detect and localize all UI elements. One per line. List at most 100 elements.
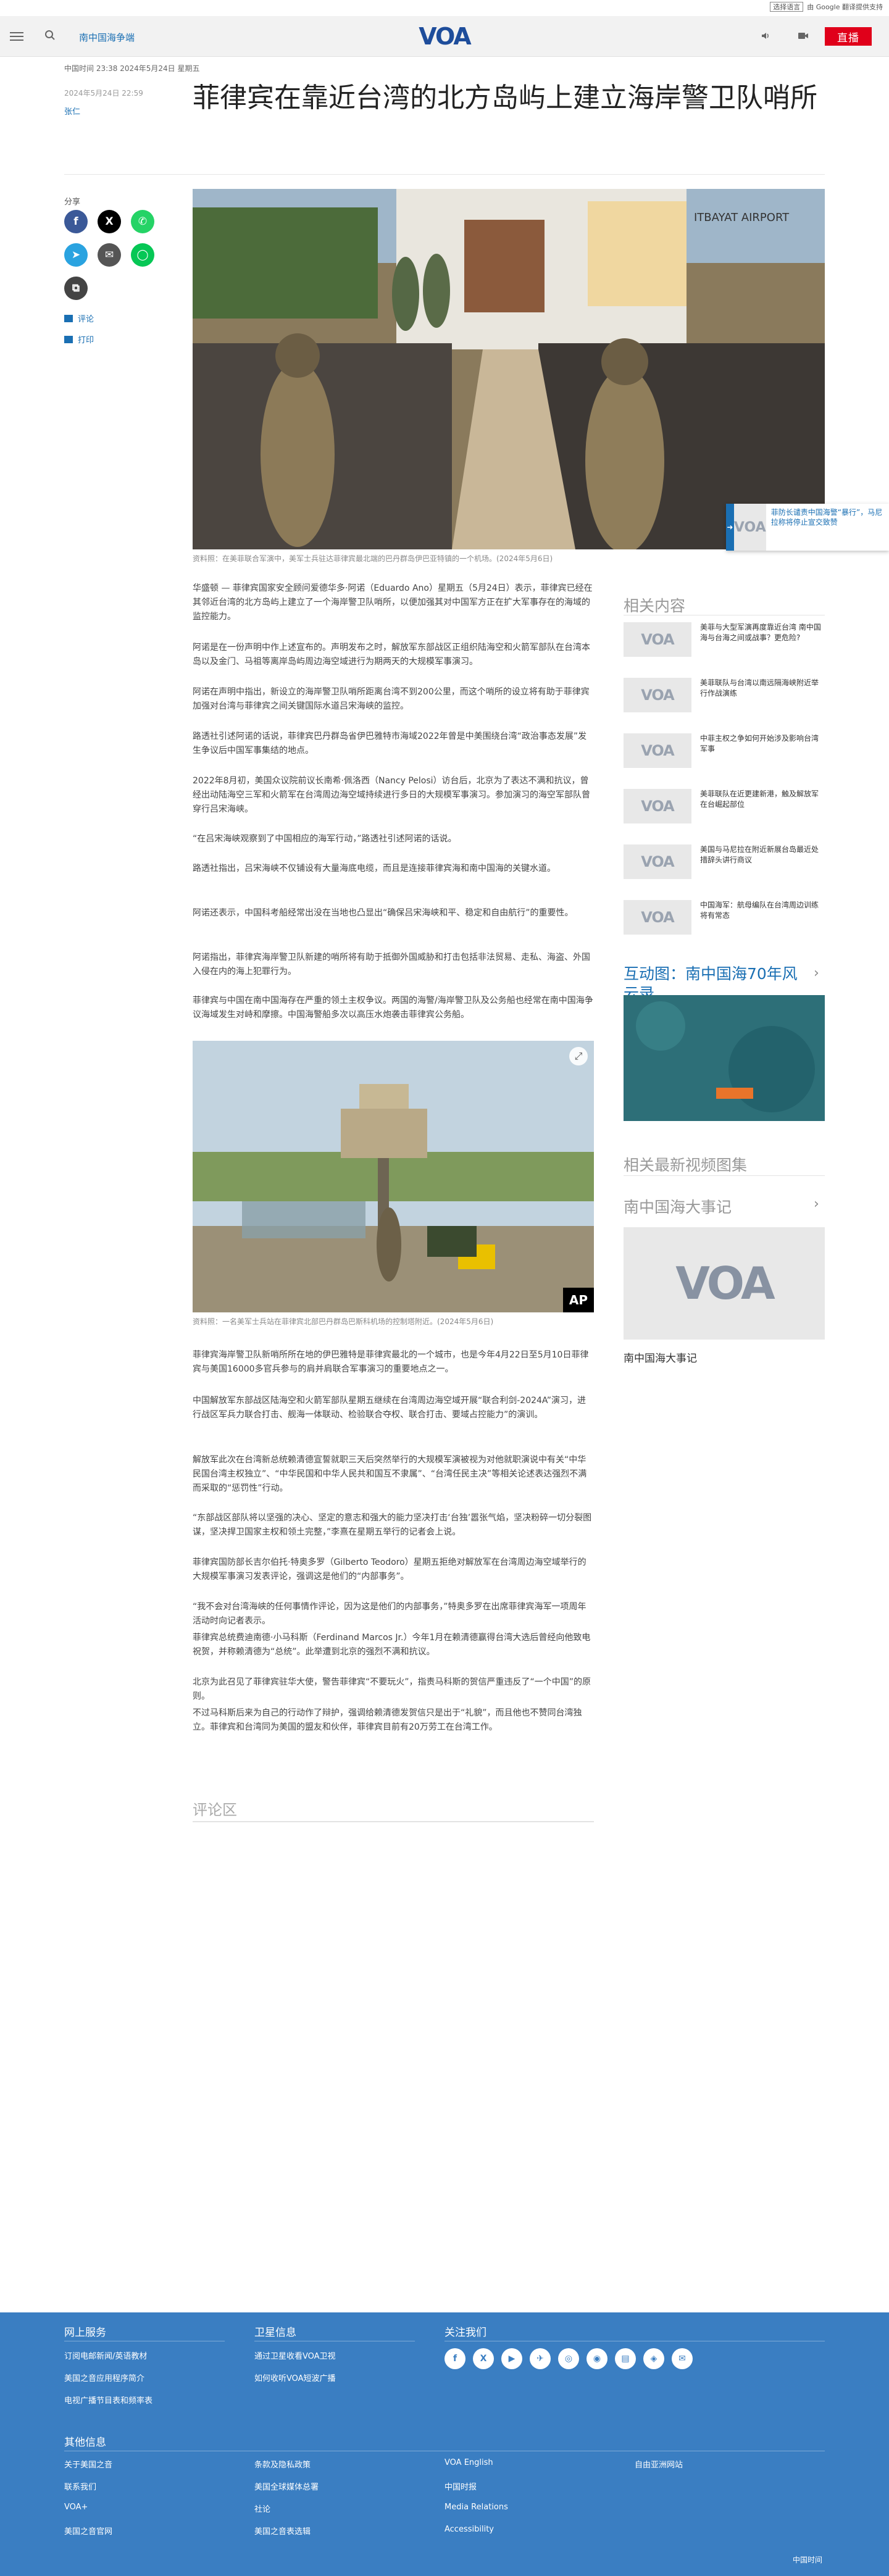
comment-link[interactable]: 评论 (64, 312, 94, 324)
article-paragraph: 路透社指出，吕宋海峡不仅铺设有大量海底电缆，而且是连接菲律宾海和南中国海的关键水… (193, 864, 556, 873)
language-select[interactable]: 选择语言 (770, 2, 804, 12)
footer-link[interactable]: 自由亚洲网站 (635, 2458, 683, 2470)
related-item[interactable]: VOA 美国与马尼拉在附近新展台岛最近处措辞头讲行商议 (624, 844, 825, 879)
expand-icon[interactable]: ⤢ (569, 1047, 588, 1065)
facebook-icon[interactable]: f (444, 2348, 465, 2369)
youtube-icon[interactable]: ▶ (501, 2348, 522, 2369)
print-label: 打印 (78, 336, 94, 345)
related-thumbnail: VOA (624, 789, 691, 823)
facebook-share-icon[interactable]: f (64, 210, 88, 233)
related-title: 美菲联队与台湾以南远隔海峡附近举行作战演练 (700, 678, 819, 698)
floating-story-card[interactable]: ➜ VOA 菲防长谴责中国海警“暴行”，马尼拉称将停止宣交致赞 (726, 504, 889, 551)
article-paragraph: 阿诺还表示，中国科考船经常出没在当地也凸显出“确保吕宋海峡和平、稳定和自由航行”… (193, 908, 574, 918)
footer-link[interactable]: 美国全球媒体总署 (254, 2480, 319, 2492)
instagram-icon[interactable]: ◎ (558, 2348, 579, 2369)
footer-link[interactable]: 社论 (254, 2503, 270, 2514)
divider (624, 1175, 825, 1176)
comments-heading: 评论区 (193, 1801, 237, 1819)
app-icon[interactable]: ◈ (643, 2348, 664, 2369)
menu-icon[interactable] (10, 30, 23, 42)
whatsapp-share-icon[interactable]: ✆ (131, 210, 154, 233)
rss-icon[interactable]: ▤ (615, 2348, 636, 2369)
article-paragraph: 菲律宾总统费迪南德·小马科斯（Ferdinand Marcos Jr.）今年1月… (193, 1633, 591, 1657)
timeline-heading[interactable]: 南中国海大事记 (624, 1195, 732, 1217)
floating-story-text: 菲防长谴责中国海警“暴行”，马尼拉称将停止宣交致赞 (770, 508, 883, 527)
article-paragraph: 路透社引述阿诺的话说，菲律宾巴丹群岛省伊巴雅特市海域2022年曾是中美围绕台湾“… (193, 732, 587, 756)
divider (193, 1821, 594, 1822)
related-item[interactable]: VOA 美菲联队与台湾以南远隔海峡附近举行作战演练 (624, 678, 825, 712)
related-item[interactable]: VOA 中菲主权之争如何开始涉及影响台湾军事 (624, 733, 825, 768)
live-button[interactable]: 直播 (825, 27, 872, 46)
site-header: 南中国海争端 VOA 直播 (0, 16, 889, 57)
image2-caption: 资料照：一名美军士兵站在菲律宾北部巴丹群岛巴斯科机场的控制塔附近。(2024年5… (193, 1317, 494, 1326)
podcast-icon[interactable]: ◉ (586, 2348, 607, 2369)
footer-link[interactable]: 如何收听VOA短波广播 (254, 2372, 336, 2383)
article-paragraph: 阿诺指出，菲律宾海岸警卫队新建的哨所将有助于抵御外国威胁和打击包括非法贸易、走私… (193, 952, 590, 977)
telegram-share-icon[interactable]: ➤ (64, 243, 88, 267)
footer-link[interactable]: VOA+ (64, 2503, 88, 2512)
article-paragraph: 阿诺是在一份声明中作上述宣布的。声明发布之时，解放军东部战区正组织陆海空和火箭军… (193, 643, 590, 667)
footer-link[interactable]: 通过卫星收看VOA卫视 (254, 2349, 336, 2361)
site-footer: 网上服务 订阅电邮新闻/英语教材 美国之音应用程序简介 电视广播节目表和频率表 卫星… (0, 2312, 889, 2576)
article-title: 菲律宾在靠近台湾的北方岛屿上建立海岸警卫队哨所 (193, 82, 817, 114)
article-paragraph: 解放军此次在台湾新总统赖清德宣誓就职三天后突然举行的大规模军演被视为对他就职演说… (193, 1455, 587, 1493)
telegram-icon[interactable]: ✈ (530, 2348, 551, 2369)
translate-credit: 由 Google 翻译提供支持 (807, 3, 883, 11)
related-item[interactable]: VOA 美菲与大型军演再度靠近台湾 南中国海与台海之间或战事？更危险? (624, 622, 825, 657)
footer-link[interactable]: Accessibility (444, 2525, 494, 2534)
article-paragraph: 2022年8月初，美国众议院前议长南希·佩洛西（Nancy Pelosi）访台后… (193, 776, 590, 814)
article-paragraph: 不过马科斯后来为自己的行动作了辩护，强调给赖清德发贺信只是出于“礼貌”，而且他也… (193, 1708, 582, 1732)
x-icon[interactable]: X (473, 2348, 494, 2369)
audio-icon[interactable] (761, 31, 770, 41)
video-heading[interactable]: 相关最新视频图集 (624, 1153, 747, 1175)
article-paragraph: “在吕宋海峡观察到了中国相应的海军行动，”路透社引述阿诺的话说。 (193, 834, 457, 844)
email-icon[interactable]: ✉ (672, 2348, 693, 2369)
ap-badge: AP (563, 1288, 594, 1312)
related-thumbnail: VOA (624, 678, 691, 712)
footer-link[interactable]: 美国之音官网 (64, 2525, 112, 2536)
search-icon[interactable] (44, 30, 56, 41)
print-icon (64, 335, 73, 343)
footer-link[interactable]: 关于美国之音 (64, 2458, 112, 2470)
email-share-icon[interactable]: ✉ (98, 243, 121, 267)
video-icon[interactable] (798, 31, 809, 41)
airport-sign: ITBAYAT AIRPORT (694, 211, 790, 224)
footer-link[interactable]: 美国之音应用程序简介 (64, 2372, 144, 2383)
gallery-image[interactable] (624, 995, 825, 1121)
article-paragraph: 菲律宾国防部长吉尔伯托·特奥多罗（Gilberto Teodoro）星期五拒绝对… (193, 1557, 586, 1582)
related-title: 美菲与大型军演再度靠近台湾 南中国海与台海之间或战事？更危险? (700, 623, 821, 642)
related-thumbnail: VOA (624, 733, 691, 768)
footer-other-heading: 其他信息 (64, 2436, 106, 2449)
footer-link[interactable]: 联系我们 (64, 2480, 96, 2492)
timeline-caption[interactable]: 南中国海大事记 (624, 1349, 697, 1365)
meta-timestamp: 中国时间 23:38 2024年5月24日 星期五 (64, 64, 200, 73)
chevron-right-icon[interactable]: › (814, 1196, 819, 1212)
article-paragraph: “东部战区部队将以坚强的决心、坚定的意志和强大的能力坚决打击‘台独’嚣张气焰，坚… (193, 1513, 592, 1537)
footer-link[interactable]: 美国之音表选辑 (254, 2525, 311, 2536)
article-paragraph: 菲律宾与中国在南中国海存在严重的领土主权争议。两国的海警/海岸警卫队及公务船也经… (193, 996, 593, 1020)
line-share-icon[interactable]: ◯ (131, 243, 154, 267)
section-link[interactable]: 南中国海争端 (79, 31, 135, 44)
voa-logo[interactable]: VOA (414, 23, 475, 50)
footer-link[interactable]: 订阅电邮新闻/英语教材 (64, 2349, 147, 2361)
print-link[interactable]: 打印 (64, 333, 94, 345)
footer-link[interactable]: Media Relations (444, 2503, 508, 2512)
footer-satellite-heading: 卫星信息 (254, 2327, 296, 2339)
footer-link[interactable]: 条款及隐私政策 (254, 2458, 311, 2470)
related-item[interactable]: VOA 美菲联队在近更建新港，触及解放军在台崛起部位 (624, 789, 825, 823)
footer-link[interactable]: 电视广播节目表和频率表 (64, 2394, 152, 2406)
timeline-image[interactable]: VOA (624, 1227, 825, 1340)
x-share-icon[interactable]: X (98, 210, 121, 233)
copy-link-icon[interactable]: ⧉ (64, 277, 88, 300)
hero-image: ITBAYAT AIRPORT (193, 189, 825, 549)
comment-icon (64, 314, 73, 322)
chevron-right-icon[interactable]: › (814, 965, 819, 981)
share-label: 分享 (64, 198, 81, 207)
footer-link[interactable]: 中国时报 (444, 2480, 477, 2492)
author-link[interactable]: 张仁 (64, 105, 80, 117)
article-image-2: ⤢ AP (193, 1041, 594, 1312)
related-thumbnail: VOA (624, 844, 691, 879)
footer-link[interactable]: VOA English (444, 2458, 493, 2467)
comment-label: 评论 (78, 315, 94, 324)
related-item[interactable]: VOA 中国海军：航母编队在台湾周边训练将有常态 (624, 900, 825, 935)
